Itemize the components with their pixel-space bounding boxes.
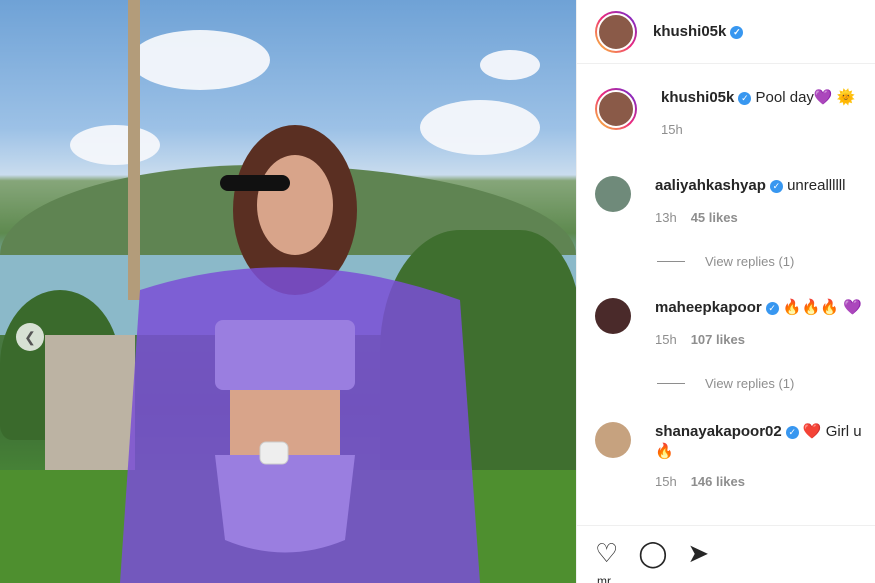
view-replies-label: View replies (1): [705, 254, 795, 269]
post-username[interactable]: khushi05k ✓: [653, 23, 744, 40]
avatar[interactable]: [595, 298, 631, 334]
likes-count-cut[interactable]: mr: [597, 574, 611, 583]
avatar[interactable]: [595, 10, 637, 53]
view-replies-button[interactable]: View replies (1): [657, 254, 794, 269]
comment-username[interactable]: shanayakapoor02: [655, 423, 782, 440]
verified-icon: ✓: [769, 179, 783, 193]
avatar[interactable]: [595, 422, 631, 458]
comment: maheepkapoor ✓ 🔥🔥🔥 💜 15h 107 likes: [595, 298, 875, 347]
post-header: khushi05k ✓: [577, 0, 875, 64]
avatar[interactable]: [595, 88, 637, 130]
view-replies-label: View replies (1): [705, 376, 795, 391]
comment-username[interactable]: khushi05k: [661, 89, 734, 106]
cloud: [480, 50, 540, 80]
comment-username[interactable]: aaliyahkashyap: [655, 177, 766, 194]
post-actions: ♡ ◯ ➤: [577, 525, 875, 583]
verified-icon: ✓: [730, 25, 744, 39]
timestamp[interactable]: 15h: [661, 122, 683, 137]
verified-icon: ✓: [738, 91, 752, 105]
post-sidebar: khushi05k ✓ khushi05k ✓ Pool day💜 🌞 15h aa…: [576, 0, 875, 583]
avatar[interactable]: [595, 176, 631, 212]
view-replies-button[interactable]: View replies (1): [657, 376, 794, 391]
comment-likes[interactable]: 146 likes: [691, 474, 745, 489]
caption: khushi05k ✓ Pool day💜 🌞 15h: [595, 88, 875, 137]
comment: aaliyahkashyap ✓ unreallllll 13h 45 likes: [595, 176, 875, 225]
heart-icon[interactable]: ♡: [595, 540, 618, 566]
caption-text: Pool day💜 🌞: [755, 89, 856, 106]
comment: shanayakapoor02 ✓ ❤️ Girl u 🔥 15h 146 like…: [595, 422, 875, 489]
person-figure: [120, 125, 480, 583]
comment-text: unreallllll: [787, 177, 846, 194]
comment-likes[interactable]: 107 likes: [691, 332, 745, 347]
comment-username[interactable]: maheepkapoor: [655, 299, 762, 316]
cloud: [130, 30, 270, 90]
comment-icon[interactable]: ◯: [638, 540, 667, 566]
verified-icon: ✓: [785, 425, 799, 439]
comment-text: 🔥🔥🔥 💜: [782, 299, 862, 316]
comment-likes[interactable]: 45 likes: [691, 210, 738, 225]
post-photo[interactable]: ❮: [0, 0, 576, 583]
timestamp[interactable]: 13h: [655, 210, 677, 225]
share-icon[interactable]: ➤: [687, 540, 709, 566]
timestamp[interactable]: 15h: [655, 332, 677, 347]
timestamp[interactable]: 15h: [655, 474, 677, 489]
verified-icon: ✓: [765, 301, 779, 315]
comment-text: ❤️ Girl u: [802, 423, 862, 440]
comment-text-continued: 🔥: [655, 443, 674, 460]
chevron-left-icon: ❮: [24, 328, 36, 345]
previous-photo-button[interactable]: ❮: [16, 323, 44, 351]
